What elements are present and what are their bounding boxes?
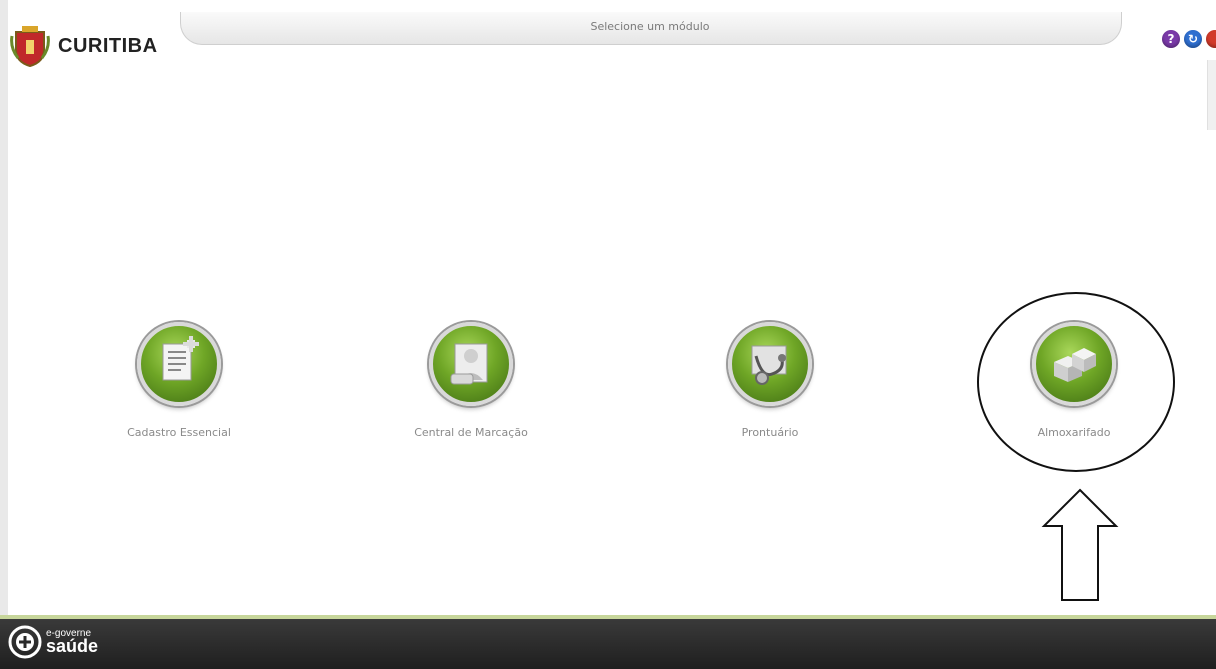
module-label: Prontuário bbox=[741, 426, 799, 439]
window-buttons: ? ↻ bbox=[1162, 30, 1216, 48]
document-icon bbox=[162, 336, 199, 381]
curitiba-logo: CURITIBA bbox=[10, 24, 158, 68]
up-arrow-icon bbox=[1041, 488, 1119, 601]
stethoscope-icon bbox=[751, 345, 787, 385]
close-icon[interactable] bbox=[1206, 30, 1216, 48]
right-edge-panel bbox=[1207, 60, 1216, 130]
logo-text: CURITIBA bbox=[58, 34, 158, 57]
refresh-icon[interactable]: ↻ bbox=[1184, 30, 1202, 48]
footer-brand-big: saúde bbox=[46, 636, 99, 656]
module-prontuario[interactable]: Prontuário bbox=[670, 322, 870, 439]
module-icon-circle bbox=[137, 322, 221, 406]
module-label: Central de Marcação bbox=[414, 426, 528, 439]
footer: e-governe saúde bbox=[0, 619, 1216, 669]
module-icon-circle bbox=[728, 322, 812, 406]
e-governe-saude-logo: e-governe saúde bbox=[8, 625, 98, 659]
module-central-de-marcacao[interactable]: Central de Marcação bbox=[371, 322, 571, 439]
left-border bbox=[0, 0, 8, 669]
e-governe-icon bbox=[8, 625, 42, 659]
help-icon[interactable]: ? bbox=[1162, 30, 1180, 48]
page-title: Selecione um módulo bbox=[590, 20, 710, 33]
calendar-icon bbox=[450, 343, 488, 385]
module-cadastro-essencial[interactable]: Cadastro Essencial bbox=[79, 322, 279, 439]
module-icon-circle bbox=[429, 322, 513, 406]
header: Selecione um módulo CURITIBA ? ↻ bbox=[0, 0, 1216, 68]
highlight-circle bbox=[977, 292, 1175, 472]
module-label: Cadastro Essencial bbox=[127, 426, 231, 439]
curitiba-crest-icon bbox=[10, 26, 50, 68]
